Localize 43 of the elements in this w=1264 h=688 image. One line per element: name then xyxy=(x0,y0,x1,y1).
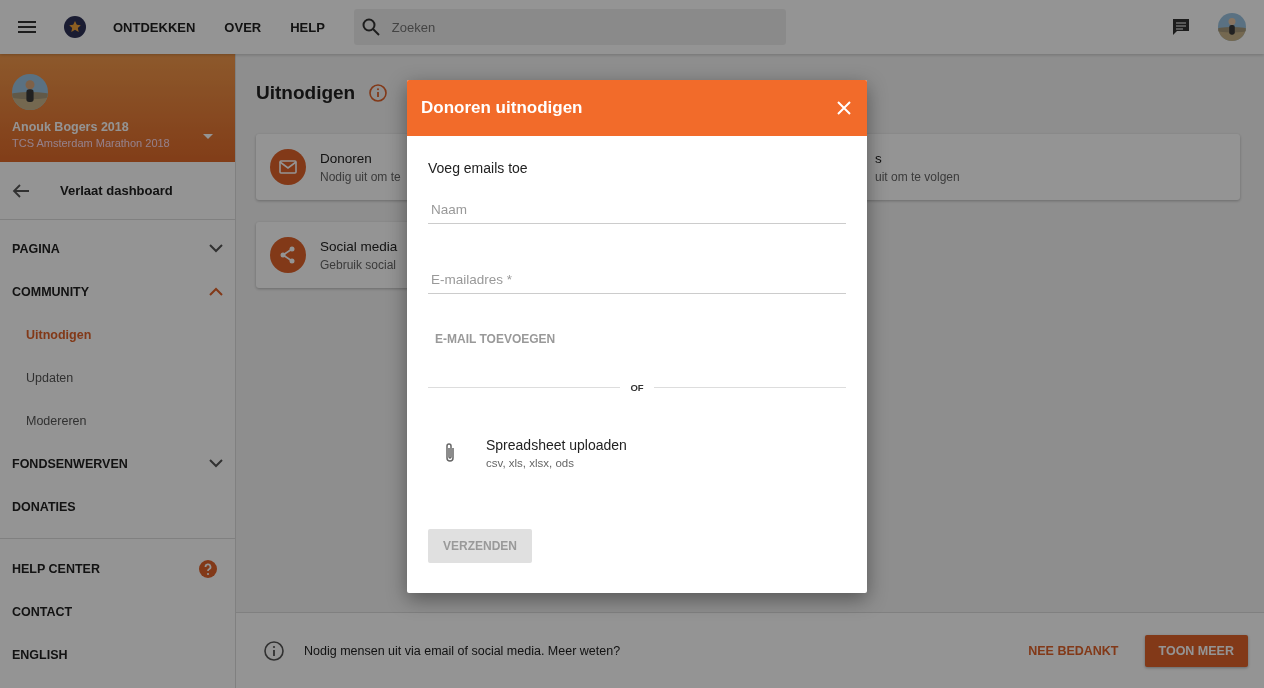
dropdown-icon[interactable] xyxy=(203,134,213,139)
dialog-title: Donoren uitnodigen xyxy=(421,98,583,118)
sidebar-section[interactable]: DONATIES xyxy=(0,485,235,528)
sidebar-section[interactable]: COMMUNITY xyxy=(0,270,235,313)
sidebar-section[interactable]: FONDSENWERVEN xyxy=(0,442,235,485)
info-icon xyxy=(264,640,284,661)
back-arrow-icon[interactable] xyxy=(12,183,30,198)
search-field[interactable]: Zoeken xyxy=(353,9,786,45)
paperclip-icon[interactable] xyxy=(444,442,456,464)
sidebar-item[interactable]: Updaten xyxy=(0,356,235,399)
banner-text: Nodig mensen uit via email of social media. Meer weten? xyxy=(304,643,622,658)
menu-icon[interactable] xyxy=(18,21,36,33)
sidebar-section[interactable]: PAGINA xyxy=(0,227,235,270)
card-title: s xyxy=(875,150,883,166)
card-description: Nodig uit om te xyxy=(320,169,401,184)
info-icon[interactable] xyxy=(369,84,388,102)
search-input[interactable]: Zoeken xyxy=(389,18,778,36)
sidebar-link[interactable]: HELP CENTER xyxy=(0,547,235,590)
upload-title[interactable]: Spreadsheet uploaden xyxy=(486,437,627,453)
nav-link[interactable]: OVER xyxy=(224,19,262,35)
help-icon xyxy=(199,559,217,578)
sidebar-link[interactable]: CONTACT xyxy=(0,590,235,633)
card-title: Donoren xyxy=(320,150,373,166)
leave-dashboard-link[interactable]: Verlaat dashboard xyxy=(60,183,173,198)
close-icon[interactable] xyxy=(837,101,851,115)
chat-icon[interactable] xyxy=(1172,18,1190,36)
search-icon xyxy=(361,18,380,36)
section-heading: Voeg emails toe xyxy=(428,160,529,176)
card-description: uit om te volgen xyxy=(875,169,960,184)
profile-name: Anouk Bogers 2018 xyxy=(12,120,130,134)
page-title: Uitnodigen xyxy=(256,82,356,104)
file-formats: csv, xls, xlsx, ods xyxy=(486,457,575,469)
mail-icon xyxy=(270,149,306,185)
card-title: Social media xyxy=(320,238,398,254)
star-logo-icon[interactable] xyxy=(64,16,86,38)
nav-link[interactable]: ONTDEKKEN xyxy=(113,19,196,35)
event-name: TCS Amsterdam Marathon 2018 xyxy=(12,137,171,149)
nav-link[interactable]: HELP xyxy=(290,19,325,35)
divider-label: OF xyxy=(630,382,644,393)
share-icon xyxy=(270,237,306,273)
card-description: Gebruik social xyxy=(320,257,398,272)
sidebar-item[interactable]: Modereren xyxy=(0,399,235,442)
sidebar-link[interactable]: ENGLISH xyxy=(0,633,235,676)
